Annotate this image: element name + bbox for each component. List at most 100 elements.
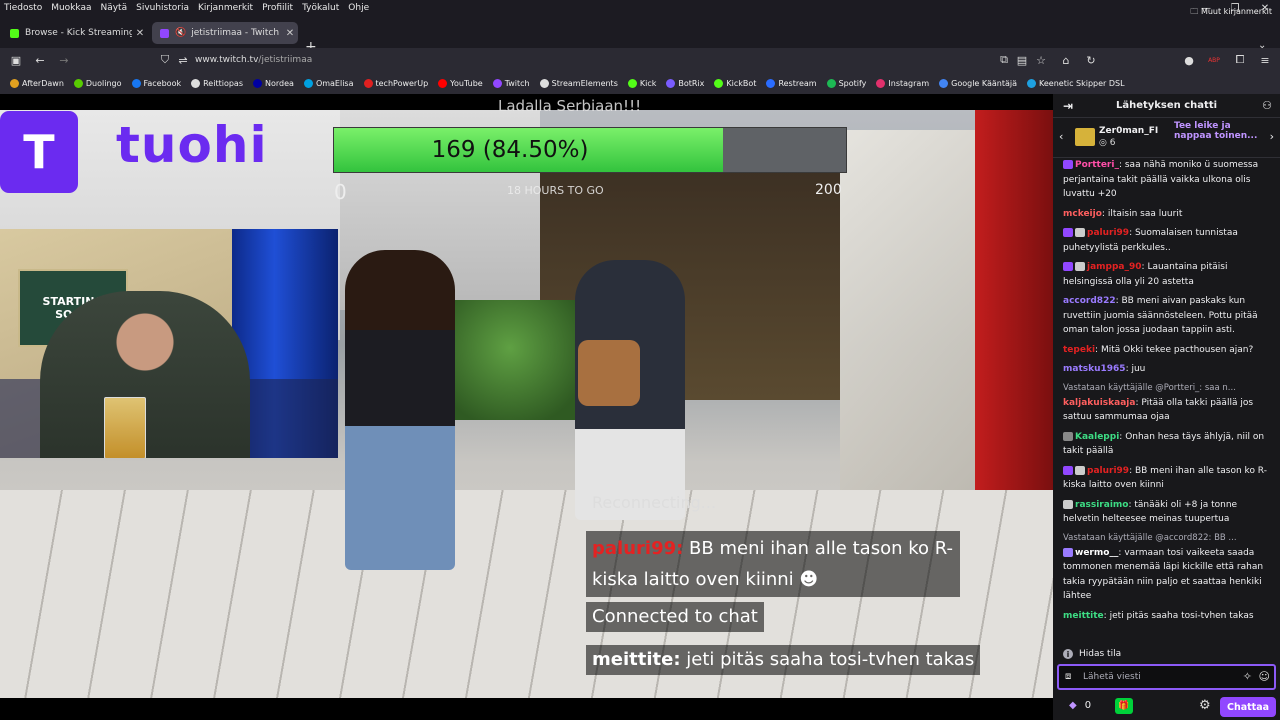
bits-icon[interactable]: ✧ (1243, 670, 1252, 683)
bookmark-item[interactable]: OmaElisa (303, 78, 354, 88)
navigation-bar: ▣ ← → ⛉ ⇌ www.twitch.tv/jetistriimaa ⧉ ▤… (0, 48, 1280, 72)
site-info-icon[interactable]: ⇌ (174, 52, 192, 68)
chat-input[interactable]: ⧈ Lähetä viesti ✧ ☺ (1057, 664, 1276, 690)
bookmark-item[interactable]: BotRix (666, 78, 704, 88)
chat-message: paluri99: BB meni ihan alle tason ko R-k… (1063, 464, 1270, 493)
menu-item[interactable]: Ohje (344, 3, 374, 13)
menu-item[interactable]: Sivuhistoria (132, 3, 194, 13)
home-icon[interactable]: ⌂ (1057, 52, 1075, 68)
other-bookmarks-folder[interactable]: 🗀 Muut kirjanmerkit (1190, 6, 1272, 20)
chat-username[interactable]: Portteri_ (1075, 160, 1119, 170)
menu-bar: Tiedosto Muokkaa Näytä Sivuhistoria Kirjanme… (0, 0, 1280, 16)
bookmark-item[interactable]: Restream (766, 78, 817, 88)
chat-badge-icon[interactable] (1063, 499, 1073, 509)
bookmark-item[interactable]: Reittiopas (191, 78, 243, 88)
bookmark-item[interactable]: YouTube (438, 78, 483, 88)
chat-username[interactable]: Kaaleppi (1075, 432, 1119, 442)
bookmark-item[interactable]: Google Kääntäjä (939, 78, 1017, 88)
beer-glass (104, 397, 146, 458)
bookmark-item[interactable]: techPowerUp (363, 78, 428, 88)
chat-settings-icon[interactable]: ⚙ (1199, 698, 1211, 713)
puzzle-icon[interactable]: ⧈ (1065, 671, 1071, 682)
chat-badge-icon[interactable] (1075, 465, 1085, 475)
chat-username[interactable]: matsku1965 (1063, 364, 1126, 374)
bookmark-item[interactable]: Kick (627, 78, 657, 88)
bookmark-item[interactable]: KickBot (714, 78, 757, 88)
adblock-extension-icon[interactable]: ABP (1205, 52, 1223, 68)
bookmark-item[interactable]: Nordea (253, 78, 294, 88)
menu-item[interactable]: Kirjanmerkit (194, 3, 258, 13)
chat-username[interactable]: wermo__ (1075, 548, 1118, 558)
channel-points[interactable]: ◆ 0 (1069, 700, 1091, 711)
chat-username[interactable]: tepeki (1063, 345, 1095, 355)
chat-username[interactable]: accord822 (1063, 296, 1116, 306)
sidebar-icon[interactable]: ▣ (7, 52, 25, 68)
extensions-icon[interactable]: ⧠ (1231, 52, 1249, 68)
emote-picker-icon[interactable]: ☺ (1259, 670, 1270, 683)
account-icon[interactable]: ● (1180, 52, 1198, 68)
menu-item[interactable]: Työkalut (298, 3, 344, 13)
chat-username[interactable]: meittite (1063, 611, 1104, 621)
chat-username[interactable]: kaljakuiskaaja (1063, 398, 1135, 408)
chat-message-text: iltaisin saa luurit (1107, 208, 1183, 219)
tab-bar: Browse - Kick Streaming ✕ 🔇 jetistriimaa… (0, 16, 1280, 55)
chat-badge-icon[interactable] (1063, 431, 1073, 441)
collapse-chat-icon[interactable]: ⇥ (1063, 99, 1073, 113)
bookmark-item[interactable]: Duolingo (73, 78, 122, 88)
chevron-right-icon[interactable]: › (1270, 130, 1274, 143)
chat-badge-icon[interactable] (1063, 228, 1073, 237)
url-bar[interactable]: www.twitch.tv/jetistriimaa (195, 53, 312, 67)
chat-message: Kaaleppi: Onhan hesa täys ählyjä, niil o… (1063, 430, 1270, 459)
tab-close-icon[interactable]: ✕ (132, 28, 148, 39)
chevron-left-icon[interactable]: ‹ (1059, 130, 1063, 143)
bookmark-label: KickBot (726, 78, 757, 88)
clip-prompt[interactable]: Tee leike ja nappaa toinen... (1174, 121, 1270, 141)
chat-badge-icon[interactable] (1063, 160, 1073, 169)
reader-view-icon[interactable]: ▤ (1013, 52, 1031, 68)
menu-item[interactable]: Muokkaa (47, 3, 96, 13)
forward-icon[interactable]: → (55, 52, 73, 68)
tab-kick[interactable]: Browse - Kick Streaming ✕ (2, 22, 148, 44)
bookmark-item[interactable]: StreamElements (539, 78, 618, 88)
chat-badge-icon[interactable] (1075, 262, 1085, 271)
chat-username[interactable]: mckeijo (1063, 209, 1102, 219)
bookmark-label: Kick (639, 78, 657, 88)
reload-icon[interactable]: ↻ (1082, 52, 1100, 68)
screenshot-icon[interactable]: ⧉ (995, 52, 1013, 68)
chat-username[interactable]: rassiraimo (1075, 500, 1128, 510)
bookmark-item[interactable]: Facebook (131, 78, 181, 88)
chat-badge-icon[interactable] (1075, 228, 1085, 237)
gifter-name[interactable]: Zer0man_FI (1099, 126, 1158, 136)
menu-item[interactable]: Tiedosto (0, 3, 47, 13)
bookmark-item[interactable]: Spotify (826, 78, 866, 88)
menu-item[interactable]: Profiilit (258, 3, 298, 13)
bookmark-item[interactable]: AfterDawn (10, 78, 64, 88)
bookmark-favicon-icon (714, 78, 724, 88)
tracking-shield-icon[interactable]: ⛉ (156, 52, 174, 68)
bookmark-label: Reittiopas (203, 78, 243, 88)
chat-badge-icon[interactable] (1063, 262, 1073, 271)
menu-item[interactable]: Näytä (96, 3, 132, 13)
bookmark-item[interactable]: Twitch (492, 78, 530, 88)
bookmark-favicon-icon (939, 78, 949, 88)
chat-username[interactable]: jamppa_90 (1087, 262, 1142, 272)
chat-username[interactable]: paluri99 (1087, 228, 1129, 238)
tab-close-icon[interactable]: ✕ (282, 28, 298, 39)
bookmark-star-icon[interactable]: ☆ (1032, 52, 1050, 68)
gift-icon[interactable]: 🎁 (1115, 698, 1133, 714)
speaker-muted-icon[interactable]: 🔇 (175, 28, 186, 38)
send-chat-button[interactable]: Chattaa (1220, 697, 1276, 717)
bookmark-item[interactable]: Keenetic Skipper DSL (1027, 78, 1125, 88)
bookmark-item[interactable]: Instagram (876, 78, 929, 88)
overlay-message-text: jeti pitäs saaha tosi-tvhen takas (686, 649, 975, 670)
tab-twitch[interactable]: 🔇 jetistriimaa - Twitch ✕ (152, 22, 298, 44)
bookmark-favicon-icon (303, 78, 313, 88)
chat-username[interactable]: paluri99 (1087, 466, 1129, 476)
chat-badge-icon[interactable] (1063, 465, 1073, 475)
community-icon[interactable]: ⚇ (1262, 99, 1272, 112)
chat-message: rassiraimo: tänääki oli +8 ja tonne helv… (1063, 498, 1270, 527)
back-icon[interactable]: ← (31, 52, 49, 68)
stream-player[interactable]: T tuohi Ladalla Serbiaan!!! 169 (84.50%)… (0, 94, 1053, 720)
app-menu-icon[interactable]: ≡ (1256, 52, 1274, 68)
chat-badge-icon[interactable] (1063, 547, 1073, 557)
